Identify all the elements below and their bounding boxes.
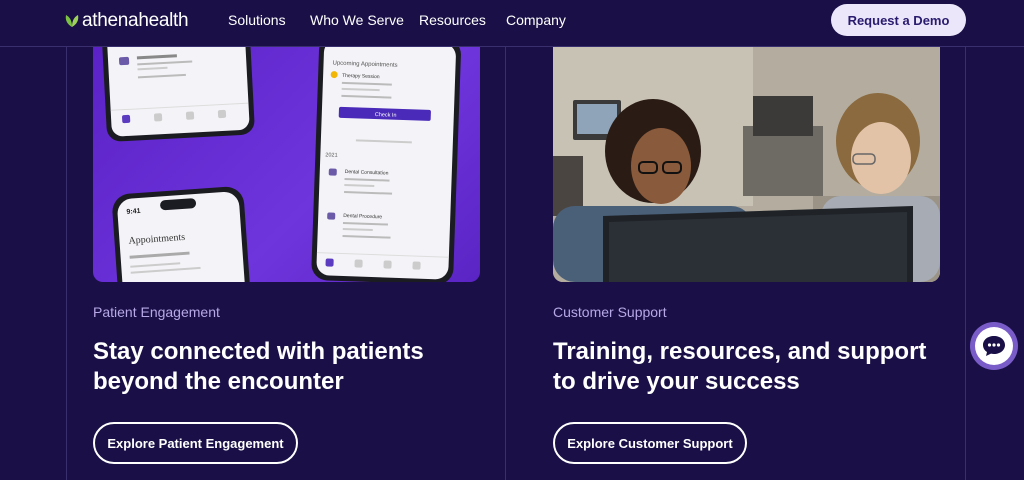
chat-widget-inner: [975, 327, 1013, 365]
check-in-label: Check In: [375, 112, 397, 119]
nav-who-we-serve[interactable]: Who We Serve: [310, 12, 404, 28]
chat-widget-button[interactable]: [970, 322, 1018, 370]
explore-customer-support-button[interactable]: Explore Customer Support: [553, 422, 747, 464]
top-navigation: athenahealth Solutions Who We Serve Reso…: [0, 0, 1024, 47]
column-divider: [505, 46, 506, 480]
nav-company[interactable]: Company: [506, 12, 566, 28]
office-scene: [553, 46, 940, 282]
patient-engagement-eyebrow: Patient Engagement: [93, 304, 220, 320]
patient-engagement-heading: Stay connected with patients beyond the …: [93, 338, 424, 395]
logo-text: athenahealth: [82, 10, 189, 31]
column-divider: [66, 46, 67, 480]
nav-solutions[interactable]: Solutions: [228, 12, 286, 28]
chat-bubble-icon: [983, 336, 1005, 356]
leaf-icon: [65, 15, 79, 27]
customer-support-eyebrow: Customer Support: [553, 304, 667, 320]
request-demo-button[interactable]: Request a Demo: [831, 4, 966, 36]
phone-time: 9:41: [126, 208, 141, 216]
nav-resources[interactable]: Resources: [419, 12, 486, 28]
phone-mockups: Upcoming Appointments Therapy Session Ch…: [102, 46, 461, 282]
customer-support-heading: Training, resources, and support to driv…: [553, 338, 927, 395]
customer-support-image: [553, 46, 940, 282]
year-label: 2021: [325, 152, 337, 158]
patient-engagement-image: Upcoming Appointments Therapy Session Ch…: [93, 46, 480, 282]
athenahealth-logo[interactable]: athenahealth: [64, 10, 189, 32]
column-divider: [965, 46, 966, 480]
explore-patient-engagement-button[interactable]: Explore Patient Engagement: [93, 422, 298, 464]
